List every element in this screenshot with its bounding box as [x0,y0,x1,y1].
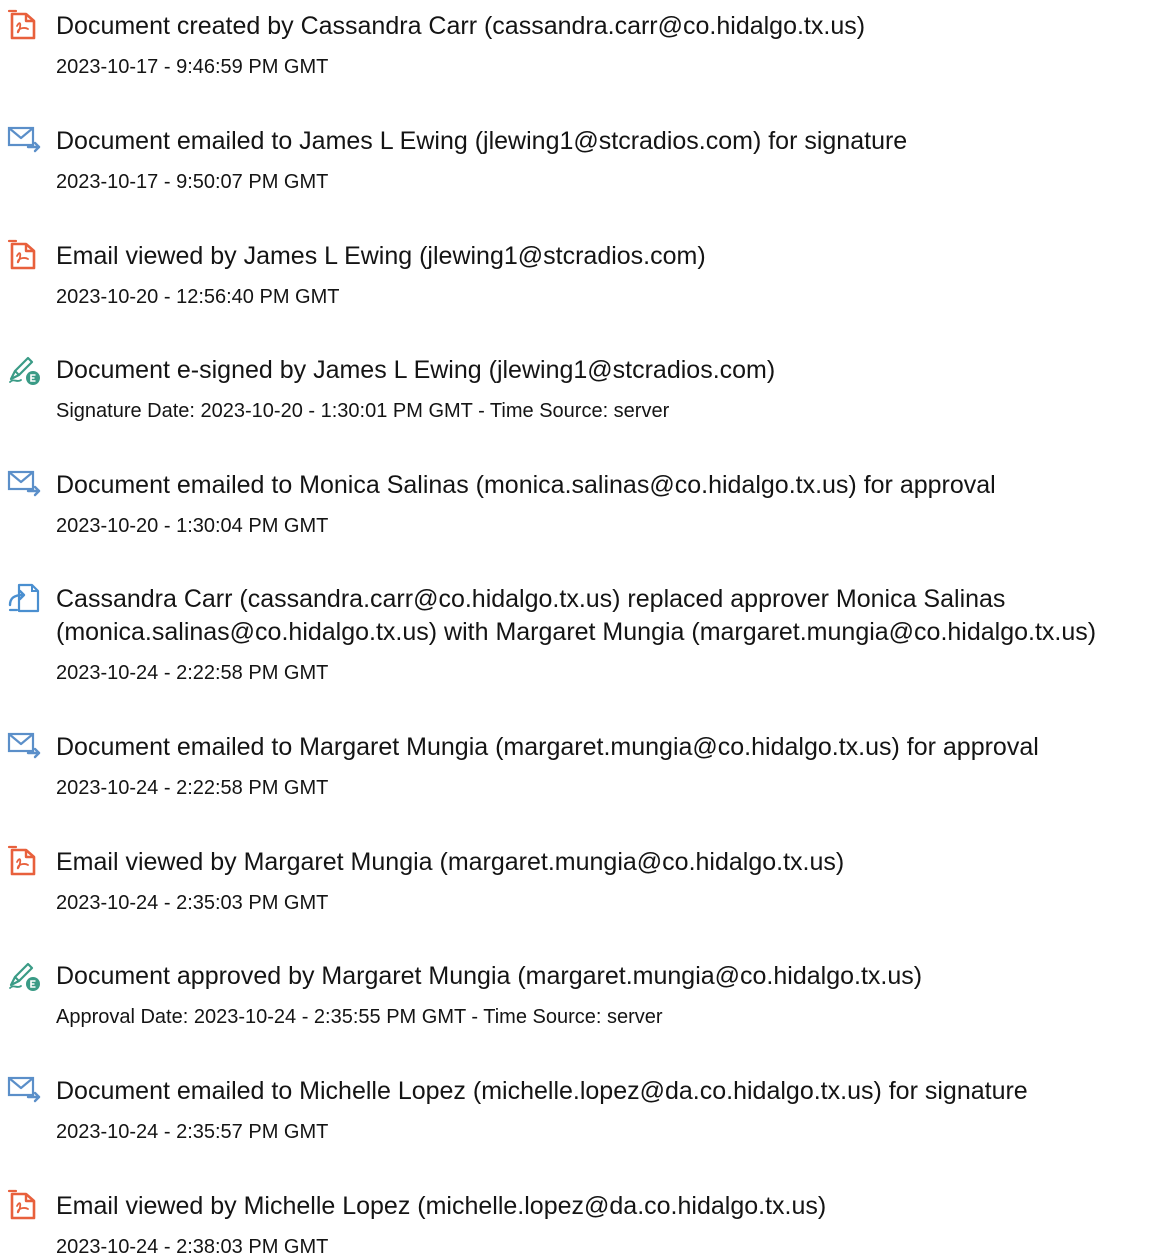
event-title-line: Cassandra Carr (cassandra.carr@co.hidalg… [56,585,1006,613]
pen-signed-icon [6,352,42,386]
replace-document-icon [6,581,42,615]
event-timestamp: Approval Date: 2023-10-24 - 2:35:55 PM G… [56,1006,663,1028]
event-title: Document created by Cassandra Carr (cass… [56,10,1167,43]
event-timestamp: 2023-10-24 - 2:35:03 PM GMT [56,892,329,914]
event-title: Document emailed to Monica Salinas (moni… [56,469,1167,502]
event-timestamp: 2023-10-17 - 9:46:59 PM GMT [56,56,329,78]
event-timestamp: Signature Date: 2023-10-20 - 1:30:01 PM … [56,400,670,422]
event-title-line: Document emailed to Margaret Mungia (mar… [56,733,1039,761]
event-title-line: Document emailed to Monica Salinas (moni… [56,471,996,499]
pdf-document-icon [6,238,42,272]
event-title-line: Document created by Cassandra Carr (cass… [56,12,866,40]
event-title: Document emailed to Margaret Mungia (mar… [56,731,1167,764]
event-title-line: Email viewed by Margaret Mungia (margare… [56,848,845,876]
pdf-document-icon [6,8,42,42]
event-title-line: Email viewed by Michelle Lopez (michelle… [56,1192,827,1220]
email-sent-icon [6,1073,42,1107]
event-timestamp: 2023-10-17 - 9:50:07 PM GMT [56,171,329,193]
event-title-line: Document emailed to James L Ewing (jlewi… [56,127,908,155]
pdf-document-icon [6,844,42,878]
event-title-line: Document e-signed by James L Ewing (jlew… [56,356,776,384]
event-timestamp: 2023-10-20 - 12:56:40 PM GMT [56,286,340,308]
event-timestamp: 2023-10-24 - 2:22:58 PM GMT [56,662,329,684]
pen-signed-icon [6,958,42,992]
email-sent-icon [6,729,42,763]
email-sent-icon [6,123,42,157]
event-title: Cassandra Carr (cassandra.carr@co.hidalg… [56,583,1167,649]
pdf-document-icon [6,1188,42,1222]
event-timestamp: 2023-10-24 - 2:38:03 PM GMT [56,1236,329,1258]
event-title: Email viewed by Michelle Lopez (michelle… [56,1190,1167,1223]
event-timestamp: 2023-10-24 - 2:22:58 PM GMT [56,777,329,799]
event-title: Document emailed to Michelle Lopez (mich… [56,1075,1167,1108]
event-title-line: Document emailed to Michelle Lopez (mich… [56,1077,1028,1105]
event-title: Document approved by Margaret Mungia (ma… [56,960,1167,993]
event-title: Document emailed to James L Ewing (jlewi… [56,125,1167,158]
event-timestamp: 2023-10-24 - 2:35:57 PM GMT [56,1121,329,1143]
email-sent-icon [6,467,42,501]
event-timestamp: 2023-10-20 - 1:30:04 PM GMT [56,515,329,537]
event-title-line: (monica.salinas@co.hidalgo.tx.us) with M… [56,618,1097,646]
event-title: Email viewed by James L Ewing (jlewing1@… [56,240,1167,273]
event-title-line: Document approved by Margaret Mungia (ma… [56,962,923,990]
event-title: Email viewed by Margaret Mungia (margare… [56,846,1167,879]
event-title: Document e-signed by James L Ewing (jlew… [56,354,1167,387]
event-title-line: Email viewed by James L Ewing (jlewing1@… [56,242,706,270]
